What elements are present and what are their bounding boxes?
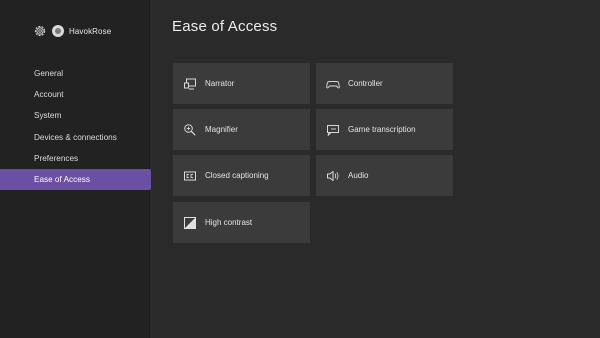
nav-item-label: Preferences	[34, 153, 79, 163]
nav-item-label: Account	[34, 90, 64, 100]
tile-game-transcription[interactable]: Game transcription	[316, 109, 453, 150]
tile-label: Controller	[348, 79, 383, 88]
tile-label: High contrast	[205, 218, 253, 227]
tile-closed-captioning[interactable]: Closed captioning	[173, 155, 310, 196]
tile-audio[interactable]: Audio	[316, 155, 453, 196]
nav-item-label: Devices & connections	[34, 132, 117, 142]
nav-item-label: General	[34, 69, 64, 78]
nav-item-ease-of-access[interactable]: Ease of Access	[0, 168, 151, 191]
magnifier-icon	[183, 123, 197, 137]
tile-controller[interactable]: Controller	[316, 63, 453, 104]
tile-label: Game transcription	[348, 125, 416, 134]
narrator-icon	[183, 77, 197, 91]
nav-item-general[interactable]: General	[0, 63, 150, 84]
controller-icon	[326, 77, 340, 91]
gear-icon[interactable]	[33, 24, 47, 38]
nav-item-label: Ease of Access	[34, 174, 90, 184]
avatar[interactable]	[52, 25, 64, 37]
tile-high-contrast[interactable]: High contrast	[173, 202, 310, 243]
nav-item-devices-connections[interactable]: Devices & connections	[0, 127, 150, 148]
tile-label: Narrator	[205, 79, 235, 88]
nav-item-label: System	[34, 111, 62, 121]
profile-bar[interactable]: HavokRose	[33, 22, 111, 40]
nav-item-account[interactable]: Account	[0, 84, 150, 105]
tile-label: Closed captioning	[205, 171, 269, 180]
tile-label: Magnifier	[205, 125, 238, 134]
game-transcription-icon	[326, 123, 340, 137]
gamertag: HavokRose	[69, 26, 112, 36]
sidebar: HavokRose General Account System Devices…	[0, 0, 151, 338]
nav-item-preferences[interactable]: Preferences	[0, 148, 150, 169]
settings-nav: General Account System Devices & connect…	[0, 63, 151, 191]
closed-captioning-icon	[183, 169, 197, 183]
tile-narrator[interactable]: Narrator	[173, 63, 310, 104]
high-contrast-icon	[183, 216, 197, 230]
page-title: Ease of Access	[172, 18, 278, 35]
nav-item-system[interactable]: System	[0, 105, 150, 126]
tile-magnifier[interactable]: Magnifier	[173, 109, 310, 150]
audio-icon	[326, 169, 340, 183]
tile-label: Audio	[348, 171, 369, 180]
